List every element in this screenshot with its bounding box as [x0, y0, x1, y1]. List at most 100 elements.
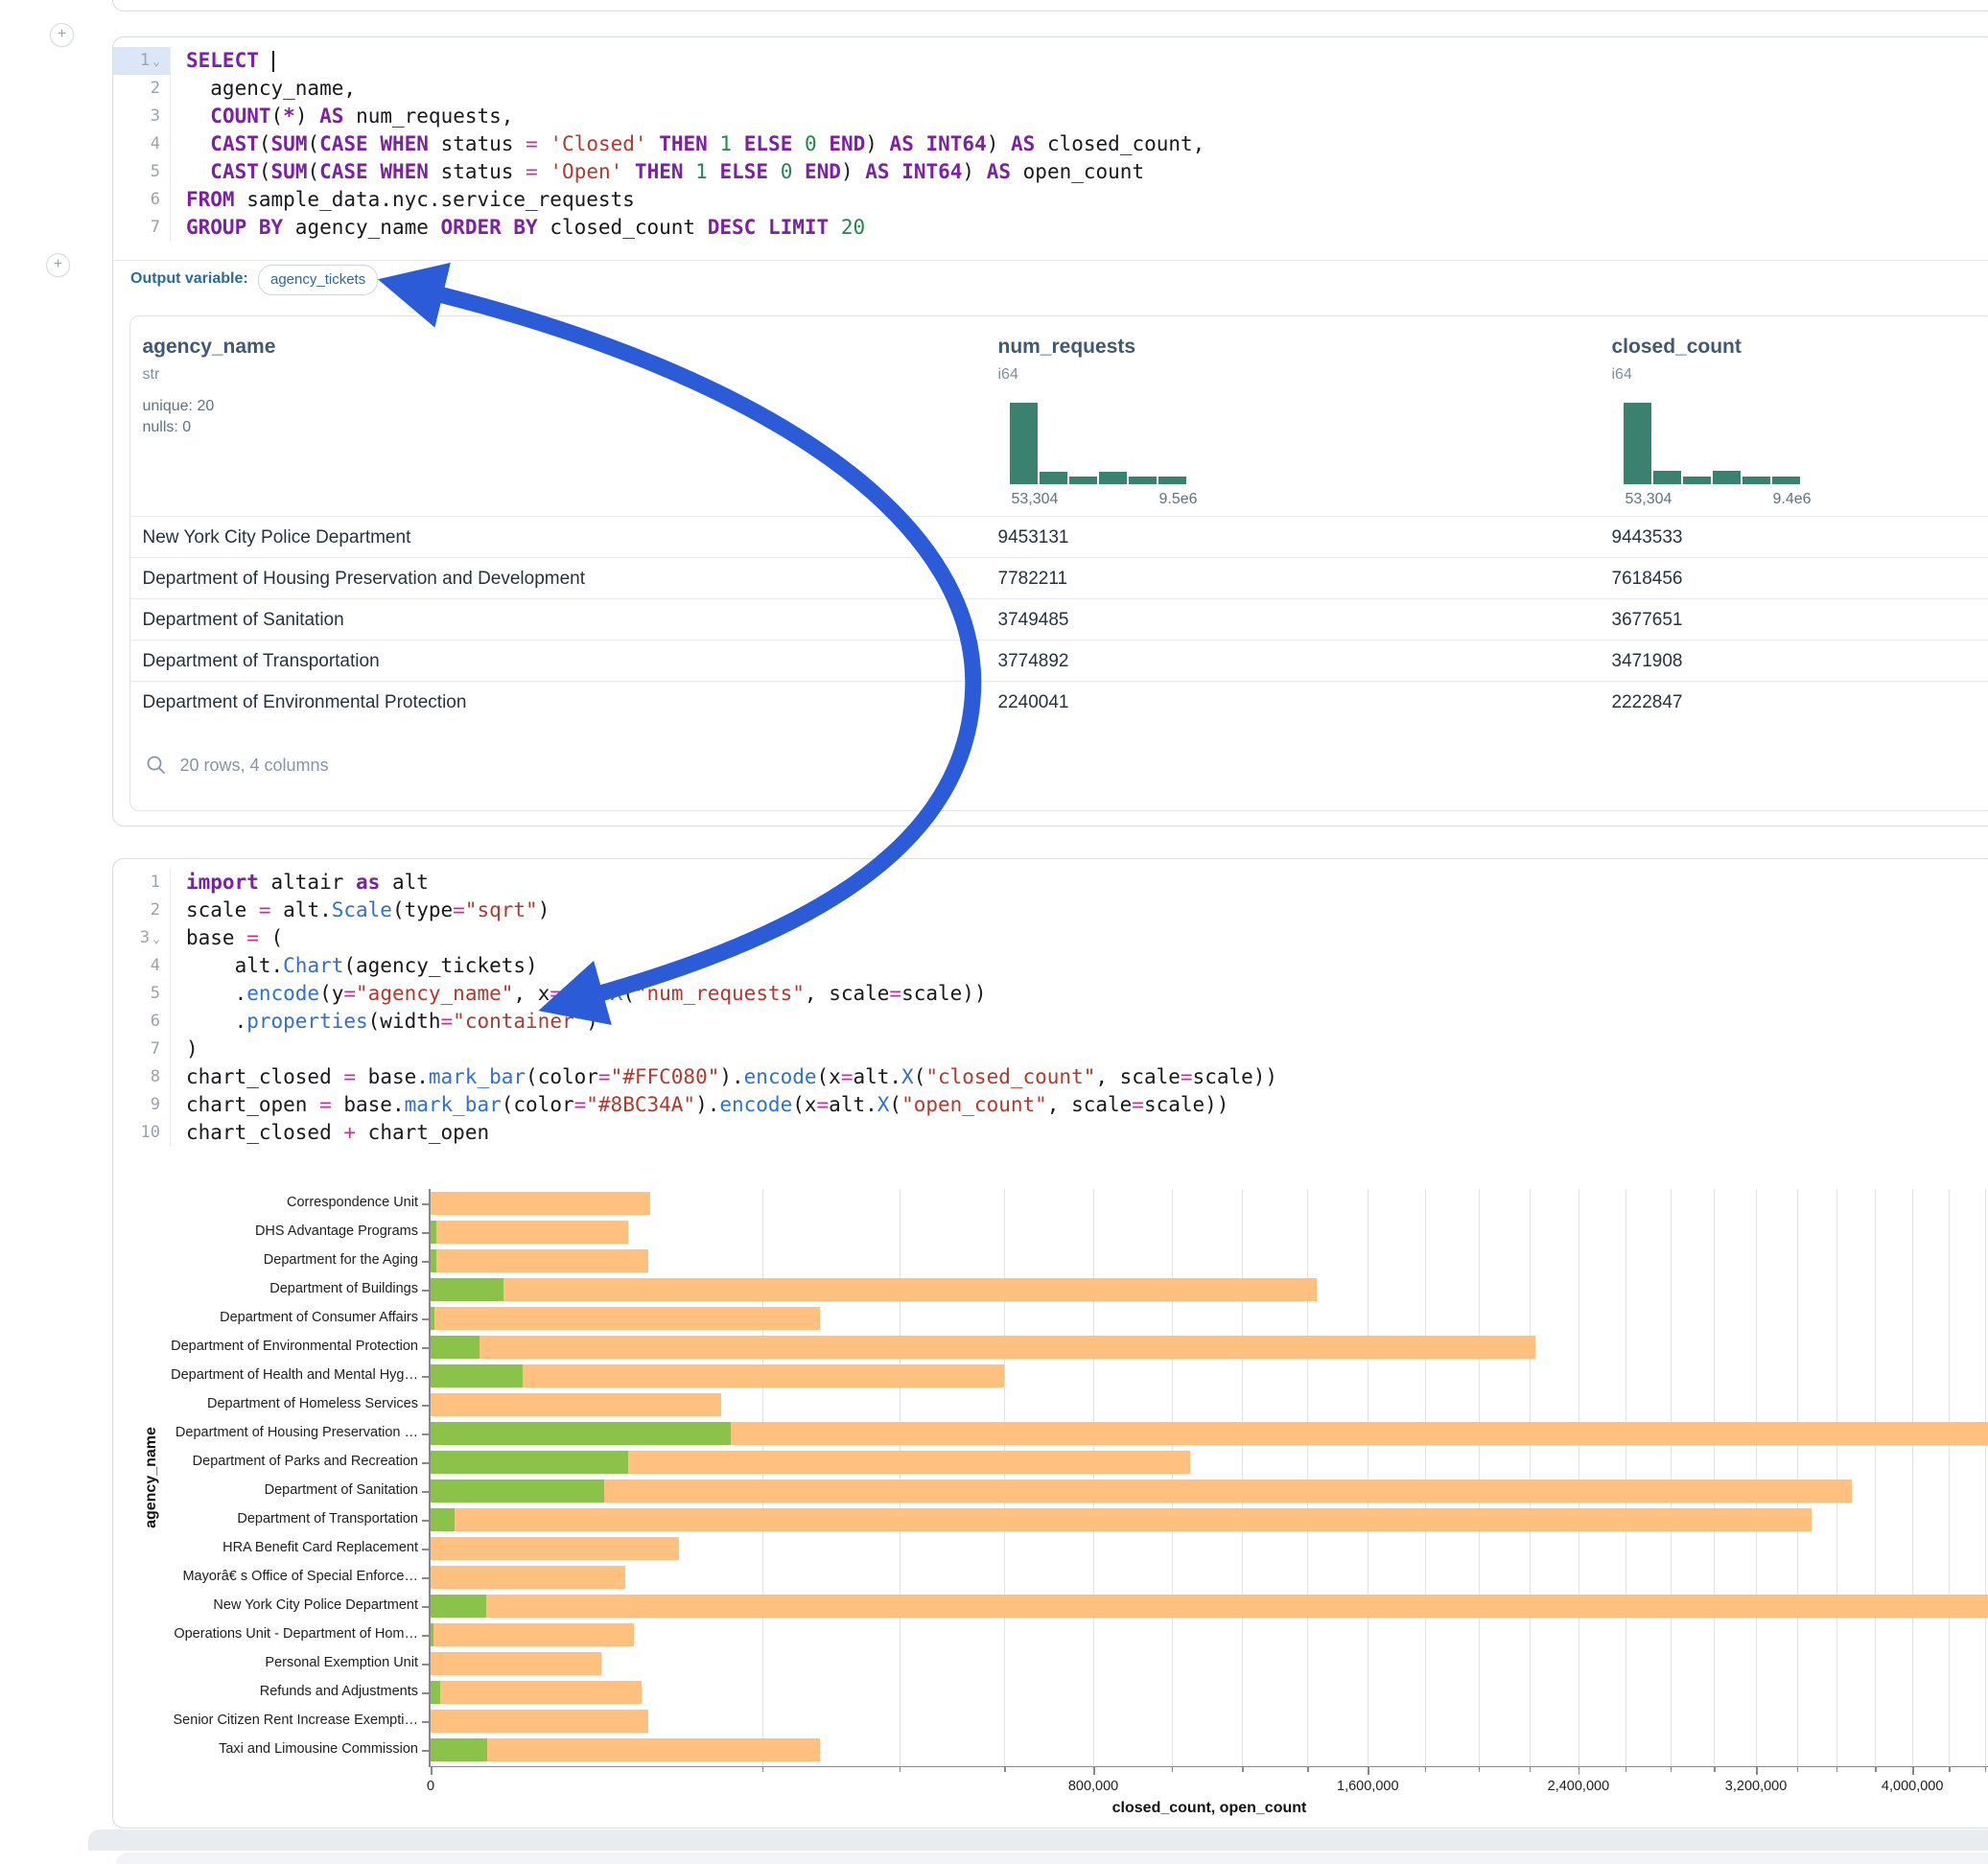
- histogram-bar: [1069, 477, 1097, 484]
- line-number: 5: [113, 980, 171, 1008]
- cell-closed-count: 3677651: [1612, 599, 1683, 641]
- python-editor[interactable]: 1import altair as alt2scale = alt.Scale(…: [113, 869, 1988, 1147]
- line-number: 10: [113, 1119, 171, 1147]
- column-stat: unique: 20: [143, 398, 215, 415]
- sql-editor[interactable]: 1⌄SELECT 2 agency_name,3 COUNT(*) AS num…: [113, 47, 1988, 242]
- line-number: 5: [113, 158, 171, 186]
- line-number: 4: [113, 952, 171, 980]
- code-text: agency_name,: [171, 75, 356, 103]
- notebook-page: { "ui": { "plus_icon": "+", "collapse_ch…: [0, 0, 1988, 1864]
- add-cell-button[interactable]: +: [46, 253, 70, 277]
- histogram-min-label: 53,304: [1625, 491, 1672, 508]
- line-number: 8: [113, 1063, 171, 1091]
- code-line: 4 CAST(SUM(CASE WHEN status = 'Closed' T…: [113, 130, 1988, 158]
- cell-num-requests: 7782211: [998, 558, 1068, 599]
- cell-num-requests: 3749485: [998, 599, 1069, 641]
- cell-closed-count: 3471908: [1612, 641, 1683, 682]
- cell-num-requests: 9453131: [998, 517, 1069, 558]
- python-cell: 1import altair as alt2scale = alt.Scale(…: [112, 858, 1988, 1829]
- plus-icon: +: [58, 26, 66, 42]
- sql-cell: 1⌄SELECT 2 agency_name,3 COUNT(*) AS num…: [112, 36, 1988, 827]
- code-line: 2scale = alt.Scale(type="sqrt"): [113, 897, 1988, 924]
- column-header[interactable]: closed_count: [1612, 336, 1742, 359]
- code-line: 9chart_open = base.mark_bar(color="#8BC3…: [113, 1091, 1988, 1119]
- text-cursor: [272, 51, 274, 72]
- code-text: GROUP BY agency_name ORDER BY closed_cou…: [171, 214, 865, 242]
- code-line: 4 alt.Chart(agency_tickets): [113, 952, 1988, 980]
- code-text: scale = alt.Scale(type="sqrt"): [171, 897, 550, 924]
- collapse-chevron-icon[interactable]: ⌄: [152, 932, 160, 946]
- code-line: 7GROUP BY agency_name ORDER BY closed_co…: [113, 214, 1988, 242]
- next-cell-strip[interactable]: [88, 1829, 1988, 1851]
- column-dtype: i64: [1612, 366, 1632, 384]
- table-row: Department of Housing Preservation and D…: [130, 557, 1988, 599]
- histogram-bar: [1010, 403, 1038, 484]
- cell-closed-count: 7618456: [1612, 558, 1683, 599]
- line-number: 3: [113, 103, 171, 130]
- table-row: Department of Sanitation37494853677651: [130, 598, 1988, 641]
- output-variable-pill[interactable]: agency_tickets: [258, 265, 378, 295]
- code-line: 1⌄SELECT: [113, 47, 1988, 75]
- histogram-max-label: 9.5e6: [1159, 491, 1198, 508]
- table-row: Department of Transportation377489234719…: [130, 640, 1988, 682]
- search-icon[interactable]: [146, 755, 167, 781]
- histogram-bar: [1624, 403, 1651, 484]
- histogram-bar: [1772, 477, 1800, 484]
- table-preview[interactable]: agency_namestr unique: 20 nulls: 0 num_requ…: [129, 315, 1988, 811]
- code-text: .encode(y="agency_name", x=alt.X("num_re…: [171, 980, 987, 1008]
- line-number[interactable]: 3⌄: [113, 924, 171, 952]
- line-number: 6: [113, 186, 171, 214]
- code-text: CAST(SUM(CASE WHEN status = 'Closed' THE…: [171, 130, 1204, 158]
- histogram-bar: [1713, 471, 1741, 484]
- cell-closed-count: 2222847: [1612, 682, 1683, 723]
- code-line: 8chart_closed = base.mark_bar(color="#FF…: [113, 1063, 1988, 1091]
- table-row-count: 20 rows, 4 columns: [180, 756, 329, 776]
- line-number: 6: [113, 1008, 171, 1036]
- code-text: .properties(width="container"): [171, 1008, 598, 1036]
- code-text: alt.Chart(agency_tickets): [171, 952, 538, 980]
- code-line: 1import altair as alt: [113, 869, 1988, 897]
- code-text: chart_closed = base.mark_bar(color="#FFC…: [171, 1063, 1277, 1091]
- histogram-bar: [1158, 477, 1186, 484]
- code-text: chart_closed + chart_open: [171, 1119, 489, 1147]
- cell-agency-name: New York City Police Department: [143, 517, 411, 558]
- code-text: ): [171, 1036, 199, 1063]
- add-cell-button[interactable]: +: [50, 23, 74, 47]
- line-number: 9: [113, 1091, 171, 1119]
- code-line: 3⌄base = (: [113, 924, 1988, 952]
- collapse-chevron-icon[interactable]: ⌄: [152, 55, 160, 69]
- table-row: New York City Police Department945313194…: [130, 516, 1988, 558]
- code-line: 5 CAST(SUM(CASE WHEN status = 'Open' THE…: [113, 158, 1988, 186]
- code-line: 10chart_closed + chart_open: [113, 1119, 1988, 1147]
- histogram-bar: [1129, 477, 1157, 484]
- output-variable-label: Output variable:: [130, 270, 248, 288]
- line-number: 7: [113, 1036, 171, 1063]
- code-text: base = (: [171, 924, 283, 952]
- column-histogram: [1010, 403, 1192, 484]
- column-stat: nulls: 0: [143, 419, 192, 436]
- table-row: Department of Environmental Protection22…: [130, 681, 1988, 723]
- column-header[interactable]: num_requests: [998, 336, 1136, 359]
- line-number: 7: [113, 214, 171, 242]
- line-number[interactable]: 1⌄: [113, 47, 171, 75]
- histogram-min-label: 53,304: [1012, 491, 1059, 508]
- histogram-max-label: 9.4e6: [1773, 491, 1812, 508]
- code-text: chart_open = base.mark_bar(color="#8BC34…: [171, 1091, 1228, 1119]
- cell-num-requests: 2240041: [998, 682, 1069, 723]
- code-line: 7): [113, 1036, 1988, 1063]
- table-header: agency_namestr unique: 20 nulls: 0 num_requ…: [130, 316, 1988, 516]
- line-number: 4: [113, 130, 171, 158]
- cell-num-requests: 3774892: [998, 641, 1069, 682]
- code-line: 6 .properties(width="container"): [113, 1008, 1988, 1036]
- column-header[interactable]: agency_name: [143, 336, 276, 359]
- code-text: CAST(SUM(CASE WHEN status = 'Open' THEN …: [171, 158, 1144, 186]
- column-dtype: str: [143, 366, 160, 384]
- plus-icon: +: [54, 256, 62, 272]
- code-text: import altair as alt: [171, 869, 429, 897]
- histogram-bar: [1040, 472, 1067, 484]
- histogram-bar: [1653, 471, 1681, 484]
- code-line: 2 agency_name,: [113, 75, 1988, 103]
- line-number: 1: [113, 869, 171, 897]
- previous-cell-edge: [112, 0, 1988, 12]
- histogram-bar: [1683, 477, 1711, 484]
